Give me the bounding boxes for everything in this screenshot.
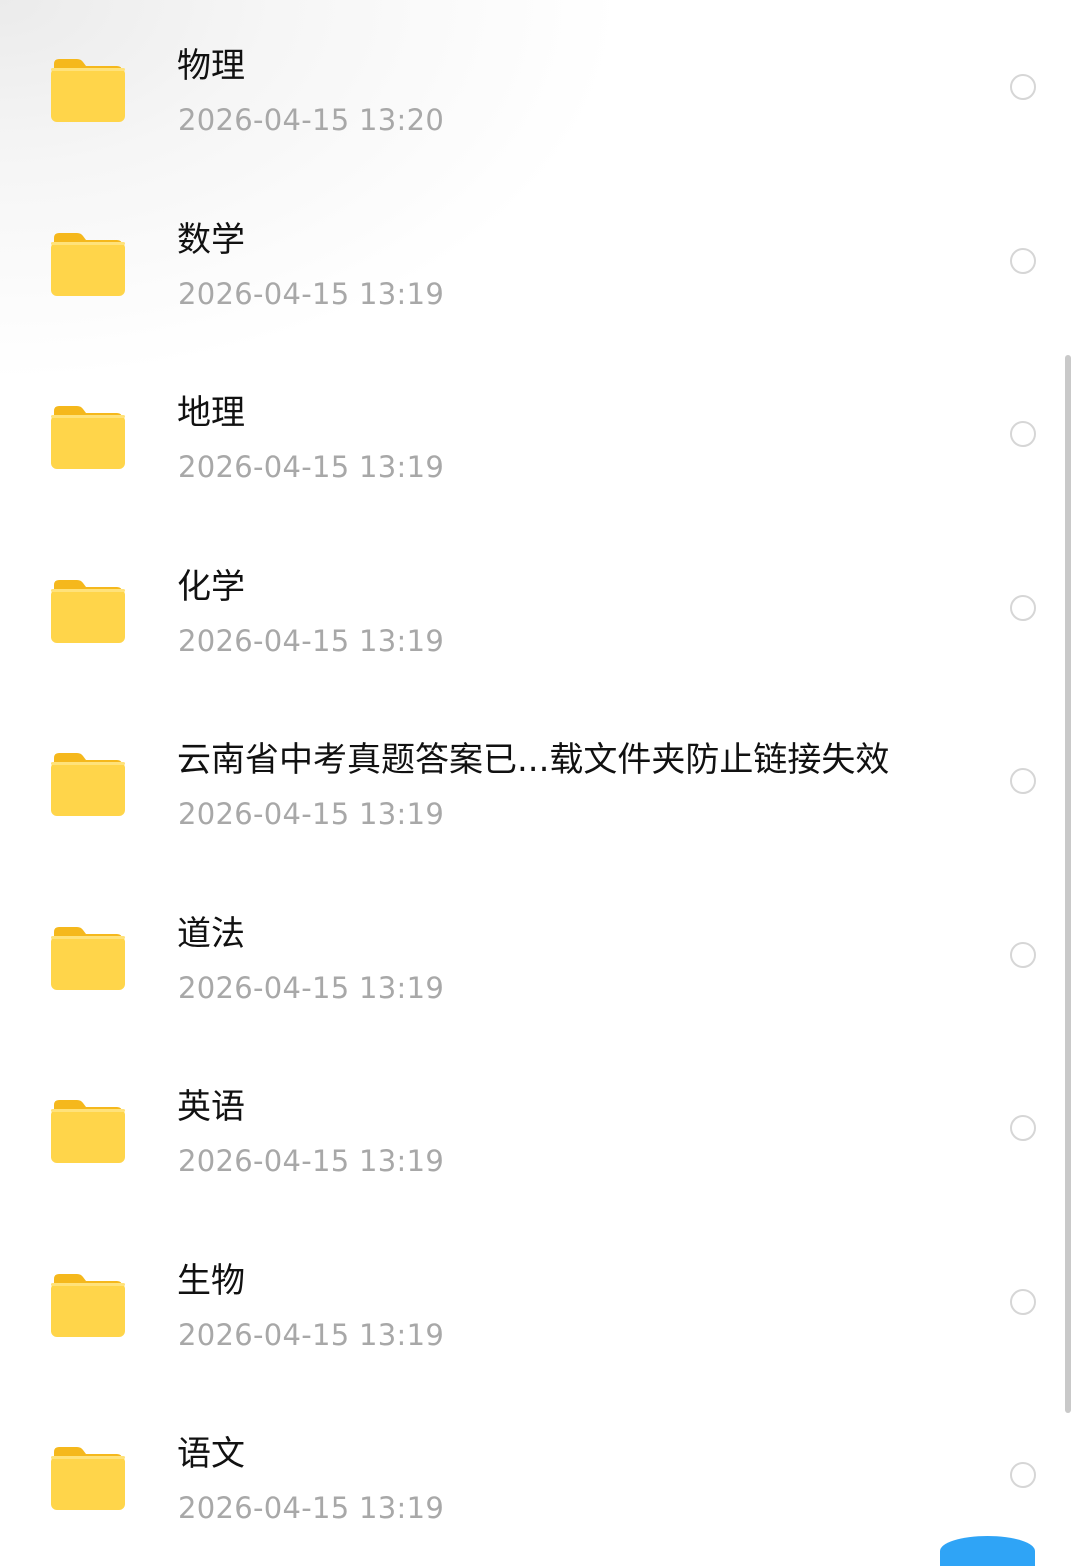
folder-name: 道法 <box>177 913 245 954</box>
folder-name: 地理 <box>177 393 245 433</box>
folder-modified-time: 2026-04-15 13:19 <box>178 1317 445 1352</box>
select-radio[interactable] <box>1010 768 1036 794</box>
folder-modified-time: 2026-04-15 13:19 <box>178 450 445 484</box>
folder-modified-time: 2026-04-15 13:19 <box>178 970 445 1005</box>
folder-name: 数学 <box>177 219 245 260</box>
list-item[interactable]: 英语 2026-04-15 13:19 <box>0 1041 1080 1215</box>
select-radio[interactable] <box>1010 941 1036 968</box>
folder-icon <box>50 1271 126 1339</box>
folder-icon <box>50 750 126 818</box>
folder-modified-time: 2026-04-15 13:19 <box>178 797 445 831</box>
folder-name: 生物 <box>177 1260 245 1301</box>
folder-icon <box>50 577 126 645</box>
folder-icon <box>50 230 126 298</box>
select-radio[interactable] <box>1010 421 1036 447</box>
folder-icon <box>50 403 126 471</box>
select-radio[interactable] <box>1010 1288 1036 1315</box>
list-item[interactable]: 地理 2026-04-15 13:19 <box>0 347 1080 521</box>
list-item[interactable]: 物理 2026-04-15 13:20 <box>0 0 1080 174</box>
folder-icon <box>50 1444 126 1512</box>
list-item[interactable]: 语文 2026-04-15 13:19 <box>0 1388 1080 1562</box>
list-item[interactable]: 数学 2026-04-15 13:19 <box>0 174 1080 348</box>
select-radio[interactable] <box>1010 1462 1036 1488</box>
folder-name: 语文 <box>177 1434 245 1474</box>
folder-modified-time: 2026-04-15 13:19 <box>178 1144 445 1178</box>
folder-name: 化学 <box>177 566 245 607</box>
list-item[interactable]: 生物 2026-04-15 13:19 <box>0 1215 1080 1389</box>
folder-modified-time: 2026-04-15 13:19 <box>178 276 445 311</box>
folder-icon <box>50 924 126 992</box>
floating-action-button[interactable] <box>940 1536 1035 1566</box>
select-radio[interactable] <box>1010 247 1036 274</box>
list-item[interactable]: 化学 2026-04-15 13:19 <box>0 521 1080 695</box>
select-radio[interactable] <box>1010 74 1036 100</box>
folder-name: 云南省中考真题答案已...载文件夹防止链接失效 <box>177 740 890 780</box>
list-item[interactable]: 云南省中考真题答案已...载文件夹防止链接失效 2026-04-15 13:19 <box>0 694 1080 868</box>
folder-modified-time: 2026-04-15 13:20 <box>178 103 445 137</box>
folder-name: 英语 <box>177 1087 245 1127</box>
scrollbar[interactable] <box>1065 355 1071 1413</box>
folder-modified-time: 2026-04-15 13:19 <box>178 623 445 658</box>
folder-name: 物理 <box>177 46 245 86</box>
folder-modified-time: 2026-04-15 13:19 <box>178 1491 445 1525</box>
select-radio[interactable] <box>1010 1115 1036 1141</box>
folder-icon <box>50 1097 126 1165</box>
folder-icon <box>50 56 126 124</box>
list-item[interactable]: 道法 2026-04-15 13:19 <box>0 868 1080 1042</box>
select-radio[interactable] <box>1010 594 1036 621</box>
folder-list: 物理 2026-04-15 13:20 数学 2026-04-15 13:19 … <box>0 0 1080 1562</box>
